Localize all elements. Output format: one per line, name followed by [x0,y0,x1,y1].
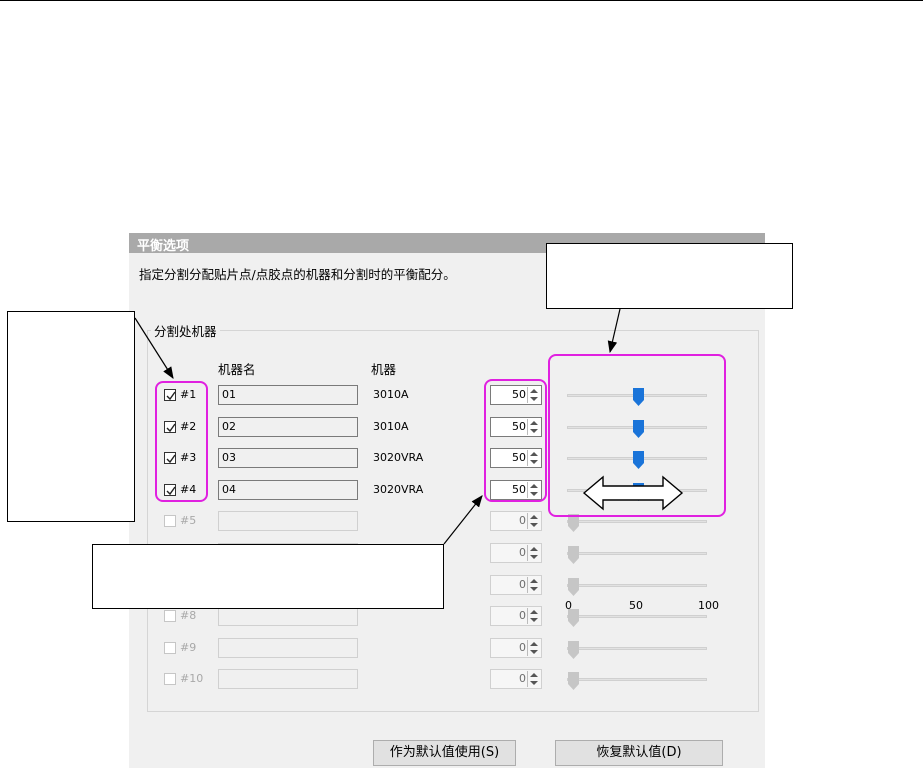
spin-down-icon[interactable] [530,555,538,559]
set-as-default-button[interactable]: 作为默认值使用(S) [373,740,516,766]
machine-number: #9 [180,641,197,654]
slider-thumb[interactable] [568,546,579,564]
spin-down-icon[interactable] [530,650,538,654]
slider-thumb[interactable] [568,641,579,659]
ratio-slider [567,578,707,596]
callout-box-value [92,544,444,609]
ratio-value: 0 [519,578,526,591]
column-header-model: 机器 [371,362,397,377]
machine-row: #10 0 [129,668,765,690]
ratio-spinbox: 0 [490,575,542,595]
ratio-slider [567,641,707,659]
ratio-value: 0 [519,672,526,685]
ratio-value: 0 [519,546,526,559]
spin-buttons[interactable] [527,671,540,687]
machine-number: #5 [180,514,197,527]
machine-name-field[interactable]: 04 [218,480,358,500]
machine-number: #10 [180,672,204,685]
machine-name-field [218,638,358,658]
window-title: 平衡选项 [137,239,190,254]
callout-box-slider [546,243,793,309]
machine-checkbox[interactable] [164,610,176,622]
restore-default-button[interactable]: 恢复默认值(D) [555,740,723,766]
callout-box-checkbox [7,311,135,522]
spin-buttons[interactable] [527,640,540,656]
spin-down-icon[interactable] [530,618,538,622]
ratio-value: 0 [519,609,526,622]
ratio-slider [567,609,707,627]
machine-checkbox[interactable] [164,642,176,654]
ratio-value: 0 [519,514,526,527]
spin-up-icon[interactable] [530,515,538,519]
slider-highlight [548,354,726,517]
value-highlight [484,379,547,502]
machine-name-field[interactable]: 01 [218,385,358,405]
spin-up-icon[interactable] [530,673,538,677]
machine-name-field[interactable]: 03 [218,448,358,468]
top-rule [0,0,923,1]
machine-checkbox[interactable] [164,673,176,685]
machine-name-field [218,511,358,531]
spin-up-icon[interactable] [530,610,538,614]
group-label: 分割处机器 [151,321,220,340]
slider-thumb[interactable] [568,609,579,627]
machine-name-field [218,606,358,626]
spin-up-icon[interactable] [530,642,538,646]
ratio-slider [567,514,707,532]
spin-up-icon[interactable] [530,547,538,551]
slider-thumb[interactable] [568,578,579,596]
ratio-slider [567,546,707,564]
column-header-name: 机器名 [218,362,256,377]
ratio-slider [567,672,707,690]
spin-down-icon[interactable] [530,587,538,591]
machine-model: 3020VRA [373,451,424,464]
slider-thumb[interactable] [568,672,579,690]
machine-number: #8 [180,609,197,622]
machine-checkbox[interactable] [164,515,176,527]
machine-name-field [218,669,358,689]
checkbox-highlight [155,381,208,502]
machine-model: 3010A [373,388,409,401]
ratio-spinbox: 0 [490,669,542,689]
spin-down-icon[interactable] [530,681,538,685]
machine-model: 3010A [373,420,409,433]
instruction-text: 指定分割分配贴片点/点胶点的机器和分割时的平衡配分。 [139,267,456,282]
spin-buttons[interactable] [527,608,540,624]
spin-up-icon[interactable] [530,579,538,583]
ratio-spinbox: 0 [490,606,542,626]
spin-buttons[interactable] [527,545,540,561]
spin-buttons[interactable] [527,577,540,593]
machine-model: 3020VRA [373,483,424,496]
ratio-spinbox: 0 [490,511,542,531]
machine-name-field[interactable]: 02 [218,417,358,437]
ratio-value: 0 [519,641,526,654]
ratio-spinbox: 0 [490,543,542,563]
ratio-spinbox: 0 [490,638,542,658]
spin-down-icon[interactable] [530,523,538,527]
machine-row: #9 0 [129,637,765,659]
spin-buttons[interactable] [527,513,540,529]
